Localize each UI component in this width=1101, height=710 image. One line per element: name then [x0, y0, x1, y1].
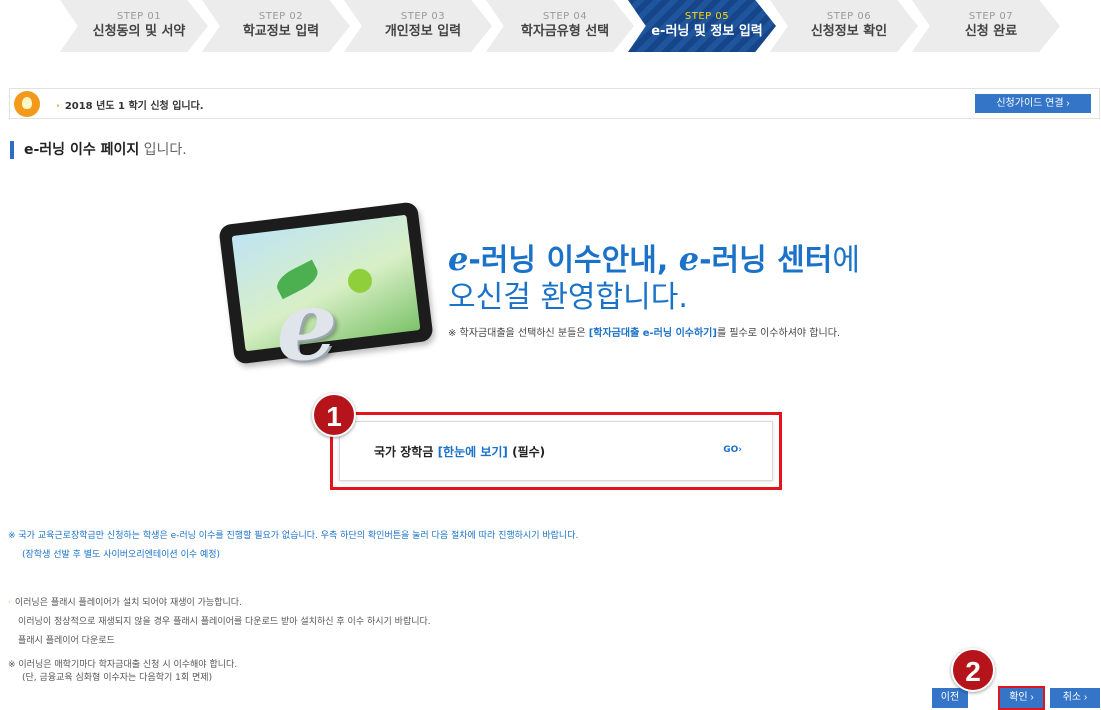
step-6: STEP 06 신청정보 확인	[770, 0, 918, 52]
flash-player-download-link[interactable]: 플래시 플레이어 다운로드	[8, 635, 431, 648]
step-4: STEP 04 학자금유형 선택	[486, 0, 634, 52]
hero-note-prefix: ※ 학자금대출을 선택하신 분들은	[448, 328, 589, 339]
elearning-requirement-info: ※ 이러닝은 매학기마다 학자금대출 신청 시 이수해야 합니다. (단, 금융…	[8, 659, 237, 685]
bullet-dot: ·	[8, 598, 11, 608]
scholarship-info-line-1: ※ 국가 교육근로장학금만 신청하는 학생은 e-러닝 이수를 진행할 필요가 …	[8, 531, 579, 541]
step-2-label: 학교정보 입력	[242, 24, 320, 39]
page-title-suffix: 입니다.	[143, 142, 187, 158]
step-3-number: STEP 03	[400, 11, 446, 22]
hero-note-suffix: 를 필수로 이수하셔야 합니다.	[716, 328, 841, 339]
step-7-number: STEP 07	[968, 11, 1014, 22]
hero-heading-part-3: 에	[832, 243, 860, 278]
course-title-highlight: [한눈에 보기]	[437, 445, 508, 459]
step-7: STEP 07 신청 완료	[912, 0, 1060, 52]
e-letter-logo: e	[276, 269, 338, 382]
step-3-label: 개인정보 입력	[384, 24, 462, 39]
lightbulb-icon	[14, 91, 40, 117]
flash-info-line-1: · 이러닝은 플래시 플레이어가 설치 되어야 재생이 가능합니다.	[8, 597, 431, 610]
step-3: STEP 03 개인정보 입력	[344, 0, 492, 52]
step-2: STEP 02 학교정보 입력	[202, 0, 350, 52]
step-marker-1: 1	[312, 393, 356, 437]
hero-e-glyph-2: e	[678, 240, 700, 278]
course-go-link[interactable]: GO›	[723, 445, 742, 455]
hero-note: ※ 학자금대출을 선택하신 분들은 [학자금대출 e-러닝 이수하기]를 필수로…	[448, 324, 840, 339]
course-title-suffix: (필수)	[507, 445, 546, 459]
step-progress-bar: STEP 01 신청동의 및 서약 STEP 02 학교정보 입력 STEP 0…	[60, 0, 1060, 52]
confirm-button[interactable]: 확인 ›	[998, 686, 1045, 710]
course-title: 국가 장학금 [한눈에 보기] (필수)	[374, 443, 545, 460]
cancel-button[interactable]: 취소 ›	[1050, 688, 1100, 708]
flash-info-line-2: 이러닝이 정상적으로 재생되지 않을 경우 플래시 플레이어를 다운로드 받아 …	[18, 617, 431, 627]
page-title: e-러닝 이수 페이지 입니다.	[10, 141, 187, 159]
hero-heading-part-1: -러닝 이수안내,	[468, 243, 679, 278]
flash-info-line-1-text: 이러닝은 플래시 플레이어가 설치 되어야 재생이 가능합니다.	[14, 598, 242, 608]
step-marker-2: 2	[951, 648, 995, 692]
hero-e-glyph-1: e	[448, 240, 469, 278]
step-6-number: STEP 06	[826, 11, 872, 22]
page-title-strong: e-러닝 이수 페이지	[24, 142, 140, 158]
step-5-number: STEP 05	[684, 11, 730, 22]
scholarship-info-line-2: (장학생 선발 후 별도 사이버오리엔테이션 이수 예정)	[22, 550, 221, 560]
flash-player-info: · 이러닝은 플래시 플레이어가 설치 되어야 재생이 가능합니다. 이러닝이 정…	[8, 597, 431, 654]
previous-button[interactable]: 이전	[932, 688, 968, 708]
step-1-number: STEP 01	[116, 11, 162, 22]
semester-notice-bar: 2018 년도 1 학기 신청 입니다. 신청가이드 연결 ›	[9, 88, 1100, 119]
hero-subheading: 오신걸 환영합니다.	[448, 280, 688, 315]
step-5-label: e-러닝 및 정보 입력	[651, 24, 763, 39]
edu-info-line-2: (단, 금융교육 심화형 이수자는 다음학기 1회 면제)	[22, 673, 213, 683]
step-4-number: STEP 04	[542, 11, 588, 22]
application-guide-button[interactable]: 신청가이드 연결 ›	[975, 94, 1091, 113]
step-4-label: 학자금유형 선택	[520, 24, 610, 39]
semester-notice-text: 2018 년도 1 학기 신청 입니다.	[56, 97, 204, 112]
step-2-number: STEP 02	[258, 11, 304, 22]
national-scholarship-course-card[interactable]: 국가 장학금 [한눈에 보기] (필수) GO›	[339, 421, 773, 481]
hero-heading: e-러닝 이수안내, e-러닝 센터에	[448, 240, 860, 280]
edu-info-line-1: ※ 이러닝은 매학기마다 학자금대출 신청 시 이수해야 합니다.	[8, 660, 238, 670]
hero-heading-part-2: -러닝 센터	[699, 243, 833, 278]
step-7-label: 신청 완료	[964, 24, 1018, 39]
course-title-prefix: 국가 장학금	[374, 445, 438, 459]
step-1-label: 신청동의 및 서약	[92, 24, 186, 39]
step-5-active: STEP 05 e-러닝 및 정보 입력	[628, 0, 776, 52]
step-6-label: 신청정보 확인	[810, 24, 888, 39]
scholarship-info: ※ 국가 교육근로장학금만 신청하는 학생은 e-러닝 이수를 진행할 필요가 …	[8, 530, 578, 562]
student-loan-elearning-link[interactable]: [학자금대출 e-러닝 이수하기]	[589, 328, 717, 339]
apple-icon	[346, 267, 374, 295]
step-1: STEP 01 신청동의 및 서약	[60, 0, 208, 52]
course-highlight-frame: 국가 장학금 [한눈에 보기] (필수) GO›	[330, 412, 782, 490]
